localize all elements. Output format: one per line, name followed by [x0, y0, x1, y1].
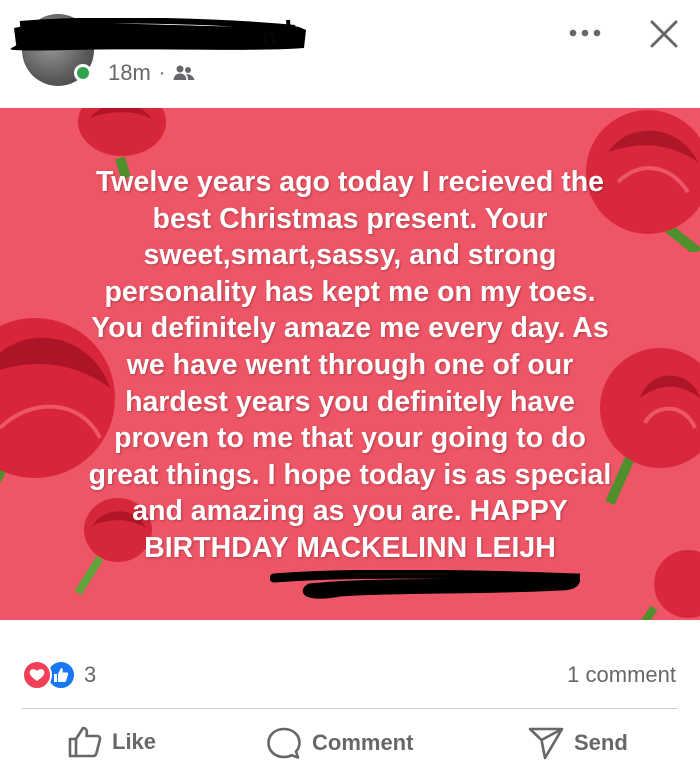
online-status-indicator — [74, 64, 92, 82]
like-button[interactable]: Like — [68, 726, 156, 758]
post-image[interactable]: Twelve years ago today I recieved the be… — [0, 108, 700, 620]
love-icon — [22, 660, 52, 690]
comment-bubble-icon — [267, 727, 301, 759]
divider — [22, 708, 678, 709]
post-timestamp[interactable]: 18m — [108, 60, 151, 86]
send-icon — [528, 727, 564, 760]
post-header: n 18m · — [0, 0, 700, 108]
reaction-count: 3 — [84, 662, 97, 687]
like-label: Like — [112, 729, 157, 754]
post-message-text: Twelve years ago today I recieved the be… — [88, 166, 612, 564]
more-dots-icon — [569, 29, 601, 37]
signature-redaction — [270, 570, 580, 599]
close-icon — [650, 20, 678, 48]
more-options-button[interactable] — [562, 18, 608, 48]
post-meta: 18m · — [108, 60, 195, 86]
thumbs-up-icon — [68, 726, 102, 758]
comment-count-link[interactable]: 1 comment — [567, 662, 676, 688]
friends-icon[interactable] — [173, 64, 195, 82]
meta-separator: · — [158, 61, 166, 84]
comment-button[interactable]: Comment — [266, 726, 413, 760]
reactions-summary[interactable]: 3 — [22, 660, 96, 690]
close-button[interactable] — [644, 14, 684, 54]
author-name-fragment[interactable]: n — [262, 24, 277, 52]
comment-label: Comment — [312, 730, 414, 755]
send-button[interactable]: Send — [528, 726, 628, 760]
send-label: Send — [574, 730, 628, 755]
post-actions-bar: Like Comment Send — [0, 720, 700, 769]
